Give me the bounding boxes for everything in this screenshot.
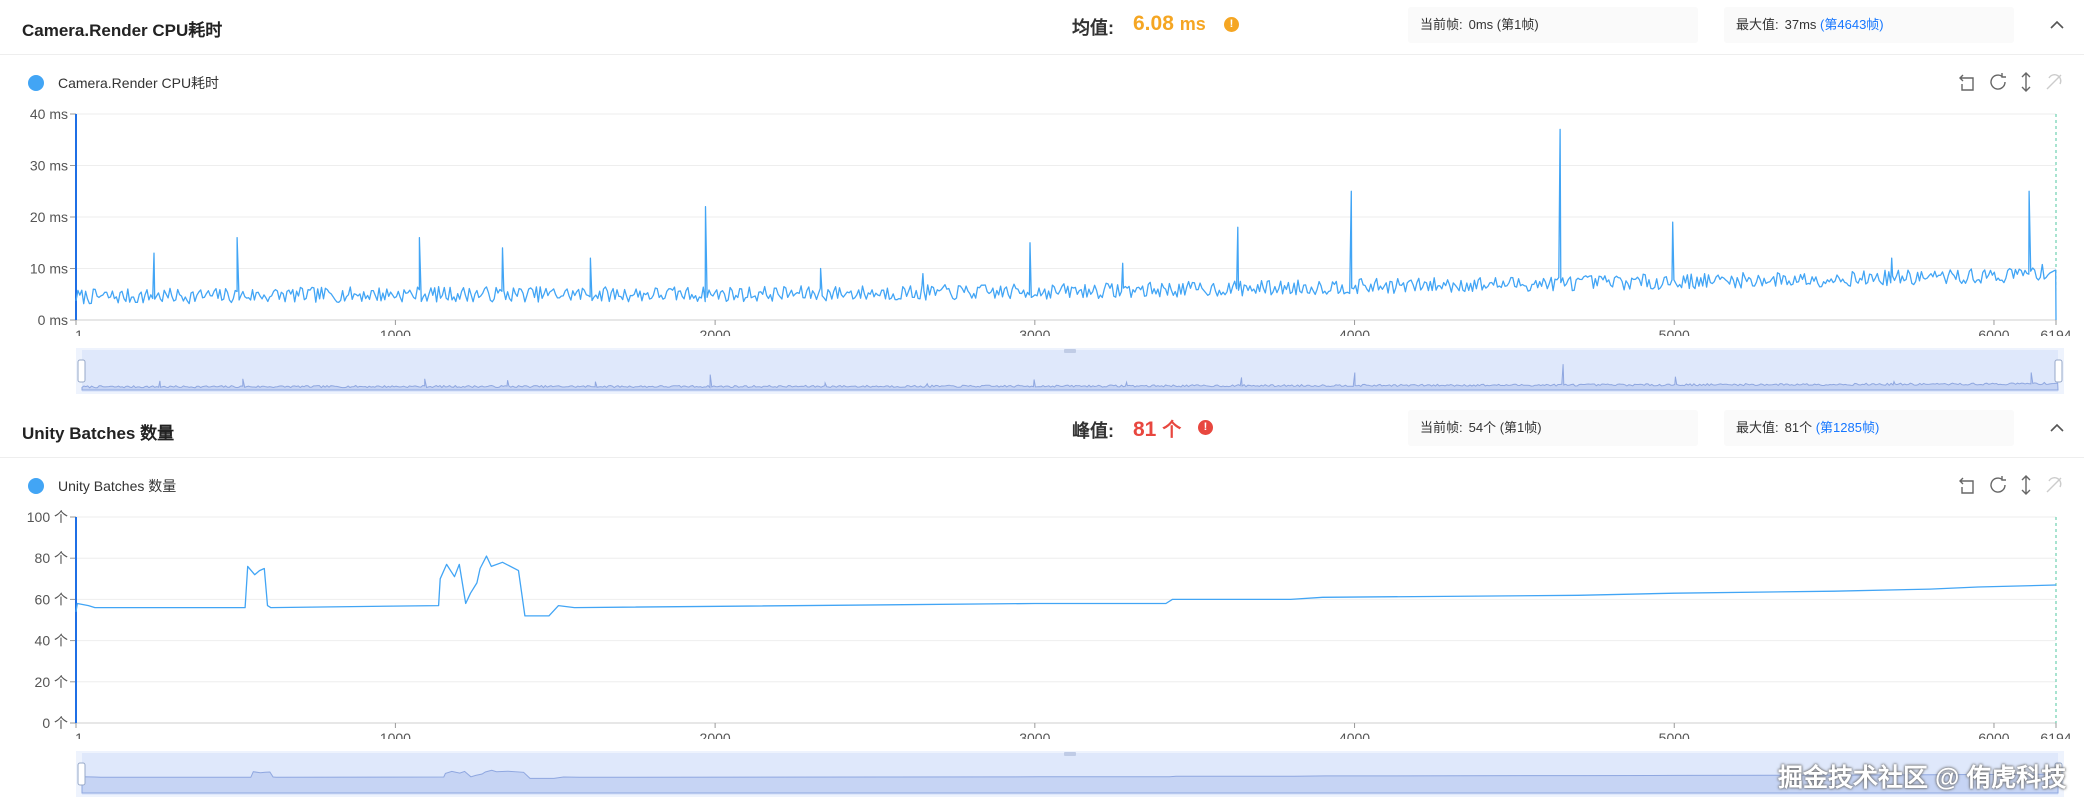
max-value: 37ms [1784, 17, 1817, 32]
chart-toolbox [1956, 473, 2066, 497]
current-frame-value: 0ms (第1帧) [1468, 17, 1539, 32]
slider-move-handle[interactable] [1064, 752, 1076, 756]
x-tick-label: 6000 [1978, 327, 2009, 336]
error-icon[interactable]: ! [1198, 420, 1213, 435]
y-tick-label: 20 个 [35, 674, 68, 690]
stat-value: 81 个 [1133, 415, 1181, 442]
series-line[interactable] [75, 128, 2057, 321]
x-tick-label: 1000 [380, 730, 411, 739]
stat-value: 6.08 ms [1133, 12, 1206, 36]
x-tick-label: 2000 [700, 730, 731, 739]
chart-toolbox [1956, 70, 2066, 94]
data-zoom-slider[interactable] [76, 751, 2064, 797]
slider-handle-left[interactable] [77, 359, 86, 383]
max-value-box: 最大值: 81个 (第1285帧) [1724, 410, 2014, 446]
vertical-resize-icon[interactable] [2014, 473, 2038, 497]
stat-label: 峰值: [1072, 421, 1114, 441]
slider-handle-left[interactable] [77, 762, 86, 786]
x-tick-label: 3000 [1019, 327, 1050, 336]
slider-handle-right[interactable] [2054, 359, 2063, 383]
y-tick-label: 40 个 [35, 633, 68, 649]
current-frame-label: 当前帧: [1420, 17, 1463, 32]
x-tick-label: 1000 [380, 327, 411, 336]
x-tick-label: 6000 [1978, 730, 2009, 739]
slider-move-handle[interactable] [1064, 349, 1076, 353]
stat-label: 均值: [1072, 18, 1114, 38]
panel-header: Camera.Render CPU耗时 均值: 6.08 ms ! 当前帧: 0m… [0, 0, 2084, 55]
stat-unit: ms [1179, 14, 1206, 34]
stat-number: 6.08 [1133, 12, 1174, 35]
y-tick-label: 0 个 [42, 715, 68, 731]
x-tick-label: 5000 [1659, 327, 1690, 336]
x-tick-label: 2000 [700, 327, 731, 336]
y-tick-label: 20 ms [30, 209, 68, 225]
max-frame-link[interactable]: (第1285帧) [1816, 420, 1880, 435]
brush-disabled-icon[interactable] [2042, 70, 2066, 94]
x-tick-label: 5000 [1659, 730, 1690, 739]
legend-label: Camera.Render CPU耗时 [58, 75, 220, 91]
legend-item[interactable]: Camera.Render CPU耗时 [28, 72, 219, 94]
x-tick-label: 1 [75, 327, 83, 336]
line-chart[interactable]: 0 个 20 个 40 个 60 个 80 个 100 个 1 1000 2000 3000 400… [0, 503, 2084, 739]
x-tick-label: 6194 [2040, 327, 2071, 336]
y-tick-label: 100 个 [27, 509, 68, 525]
chevron-up-icon[interactable] [2046, 14, 2068, 36]
zoom-reset-icon[interactable] [1956, 70, 1980, 94]
max-value: 81个 [1784, 420, 1813, 435]
x-tick-label: 4000 [1339, 730, 1370, 739]
y-tick-label: 80 个 [35, 550, 68, 566]
current-frame-label: 当前帧: [1420, 420, 1463, 435]
chart-panel-cpu: Camera.Render CPU耗时 均值: 6.08 ms ! 当前帧: 0m… [0, 0, 2084, 403]
line-chart[interactable]: 0 ms 10 ms 20 ms 30 ms 40 ms 1 1000 2000 3000 400… [0, 100, 2084, 336]
chevron-up-icon[interactable] [2046, 417, 2068, 439]
y-tick-label: 10 ms [30, 261, 68, 277]
y-tick-label: 60 个 [35, 591, 68, 607]
current-frame-box: 当前帧: 54个 (第1帧) [1408, 410, 1698, 446]
x-tick-label: 4000 [1339, 327, 1370, 336]
y-tick-label: 0 ms [38, 312, 68, 328]
watermark: 掘金技术社区 @ 侑虎科技 [1778, 764, 2067, 792]
restore-icon[interactable] [1986, 70, 2010, 94]
stat-unit: 个 [1162, 420, 1182, 441]
max-value-label: 最大值: [1736, 420, 1779, 435]
legend-item[interactable]: Unity Batches 数量 [28, 475, 176, 497]
panel-title: Camera.Render CPU耗时 [22, 21, 223, 40]
brush-disabled-icon[interactable] [2042, 473, 2066, 497]
current-frame-box: 当前帧: 0ms (第1帧) [1408, 7, 1698, 43]
chart-panel-batches: Unity Batches 数量 峰值: 81 个 ! 当前帧: 54个 (第1帧… [0, 403, 2084, 806]
legend-label: Unity Batches 数量 [58, 478, 177, 494]
stat-number: 81 [1133, 418, 1157, 441]
max-value-box: 最大值: 37ms (第4643帧) [1724, 7, 2014, 43]
vertical-resize-icon[interactable] [2014, 70, 2038, 94]
x-tick-label: 3000 [1019, 730, 1050, 739]
y-tick-label: 40 ms [30, 106, 68, 122]
warning-icon[interactable]: ! [1224, 17, 1239, 32]
legend-dot-icon [28, 74, 44, 91]
series-line[interactable] [75, 555, 2057, 617]
y-tick-label: 30 ms [30, 158, 68, 174]
panel-header: Unity Batches 数量 峰值: 81 个 ! 当前帧: 54个 (第1帧… [0, 403, 2084, 458]
x-tick-label: 1 [75, 730, 83, 739]
zoom-reset-icon[interactable] [1956, 473, 1980, 497]
max-value-label: 最大值: [1736, 17, 1779, 32]
legend-dot-icon [28, 477, 44, 494]
data-zoom-slider[interactable] [76, 348, 2064, 394]
x-tick-label: 6194 [2040, 730, 2071, 739]
panel-title: Unity Batches 数量 [22, 424, 175, 443]
restore-icon[interactable] [1986, 473, 2010, 497]
max-frame-link[interactable]: (第4643帧) [1820, 17, 1884, 32]
current-frame-value: 54个 (第1帧) [1468, 420, 1542, 435]
